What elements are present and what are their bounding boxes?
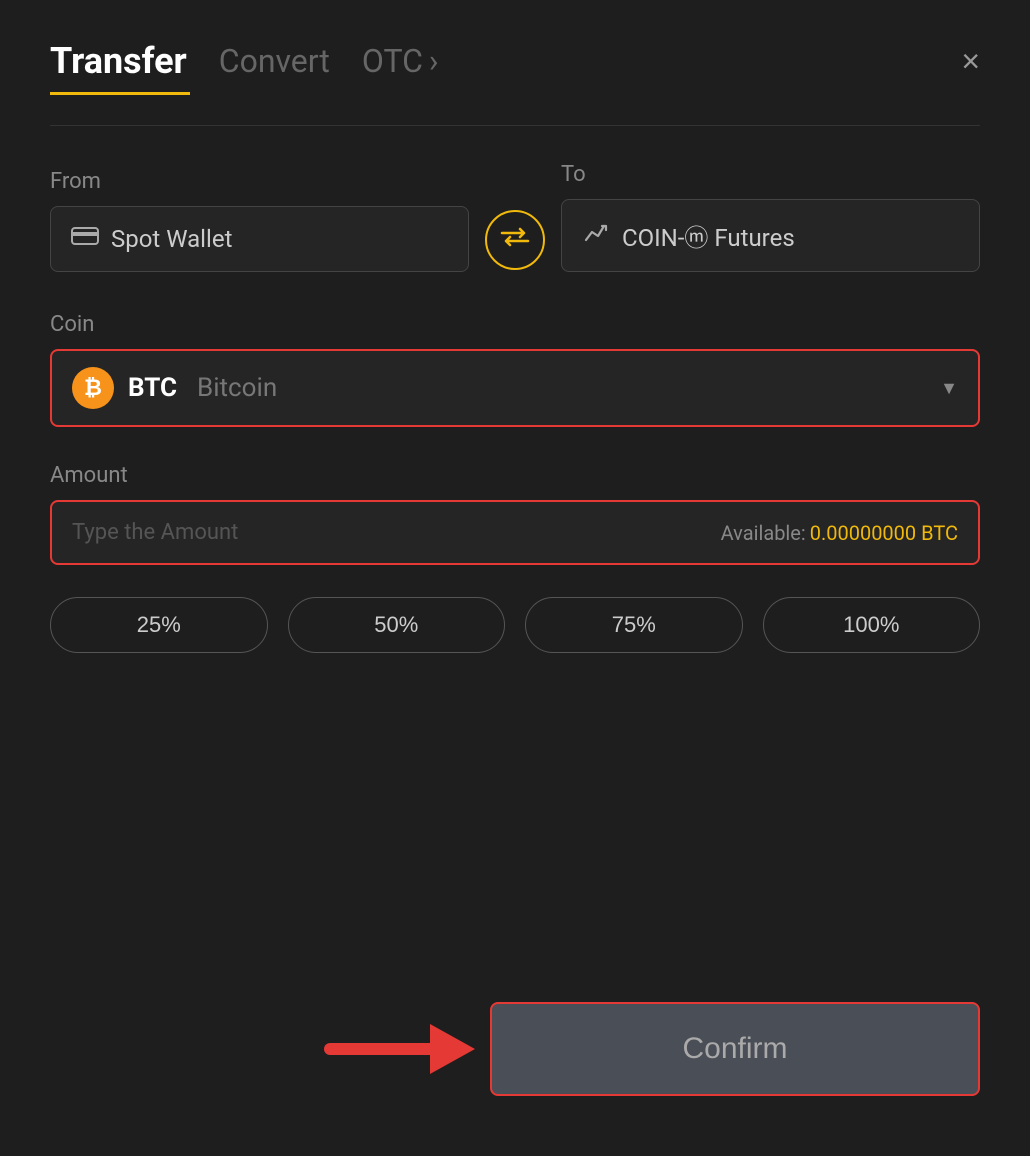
- available-label: Available:: [721, 521, 806, 545]
- wallet-card-icon: [71, 225, 99, 253]
- from-to-section: From Spot Wallet: [50, 162, 980, 272]
- confirm-section: Confirm: [50, 1002, 980, 1096]
- transfer-modal: Transfer Convert OTC › × From Spot Walle…: [0, 0, 1030, 1156]
- otc-chevron-icon: ›: [429, 42, 439, 80]
- futures-icon: [582, 220, 610, 252]
- from-label: From: [50, 169, 469, 194]
- coin-dropdown[interactable]: ₿ BTC Bitcoin ▼: [50, 349, 980, 427]
- active-tab-underline: [50, 92, 190, 95]
- pct-25-button[interactable]: 25%: [50, 597, 268, 653]
- to-label: To: [561, 162, 980, 187]
- to-wallet-name: COIN-ⓜ Futures: [622, 218, 795, 253]
- tab-otc[interactable]: OTC ›: [362, 42, 439, 80]
- swap-icon: [500, 226, 530, 254]
- from-wallet-name: Spot Wallet: [111, 225, 232, 253]
- swap-button[interactable]: [485, 210, 545, 270]
- header-divider: [50, 125, 980, 126]
- to-wallet-selector[interactable]: COIN-ⓜ Futures: [561, 199, 980, 272]
- header-tabs: Transfer Convert OTC › ×: [50, 40, 980, 82]
- percentage-buttons: 25% 50% 75% 100%: [50, 597, 980, 653]
- amount-section: Amount Type the Amount Available: 0.0000…: [50, 463, 980, 565]
- available-value: 0.00000000 BTC: [810, 521, 958, 545]
- pct-50-button[interactable]: 50%: [288, 597, 506, 653]
- available-display: Available: 0.00000000 BTC: [721, 521, 958, 545]
- tab-convert[interactable]: Convert: [219, 42, 330, 80]
- pct-75-button[interactable]: 75%: [525, 597, 743, 653]
- pct-100-button[interactable]: 100%: [763, 597, 981, 653]
- dropdown-arrow-icon: ▼: [940, 378, 958, 399]
- tab-transfer[interactable]: Transfer: [50, 40, 187, 82]
- from-wallet-selector[interactable]: Spot Wallet: [50, 206, 469, 272]
- close-button[interactable]: ×: [961, 45, 980, 77]
- amount-placeholder[interactable]: Type the Amount: [72, 520, 238, 545]
- red-arrow-icon: [320, 1009, 500, 1089]
- coin-ticker: BTC: [128, 373, 177, 403]
- coin-full-name: Bitcoin: [197, 373, 277, 403]
- confirm-button[interactable]: Confirm: [490, 1002, 980, 1096]
- coin-section: Coin ₿ BTC Bitcoin ▼: [50, 312, 980, 427]
- arrow-container: [280, 1009, 500, 1089]
- from-column: From Spot Wallet: [50, 169, 469, 272]
- coin-label: Coin: [50, 312, 94, 337]
- btc-icon: ₿: [72, 367, 114, 409]
- to-column: To COIN-ⓜ Futures: [561, 162, 980, 272]
- amount-input-box: Type the Amount Available: 0.00000000 BT…: [50, 500, 980, 565]
- amount-label: Amount: [50, 463, 128, 488]
